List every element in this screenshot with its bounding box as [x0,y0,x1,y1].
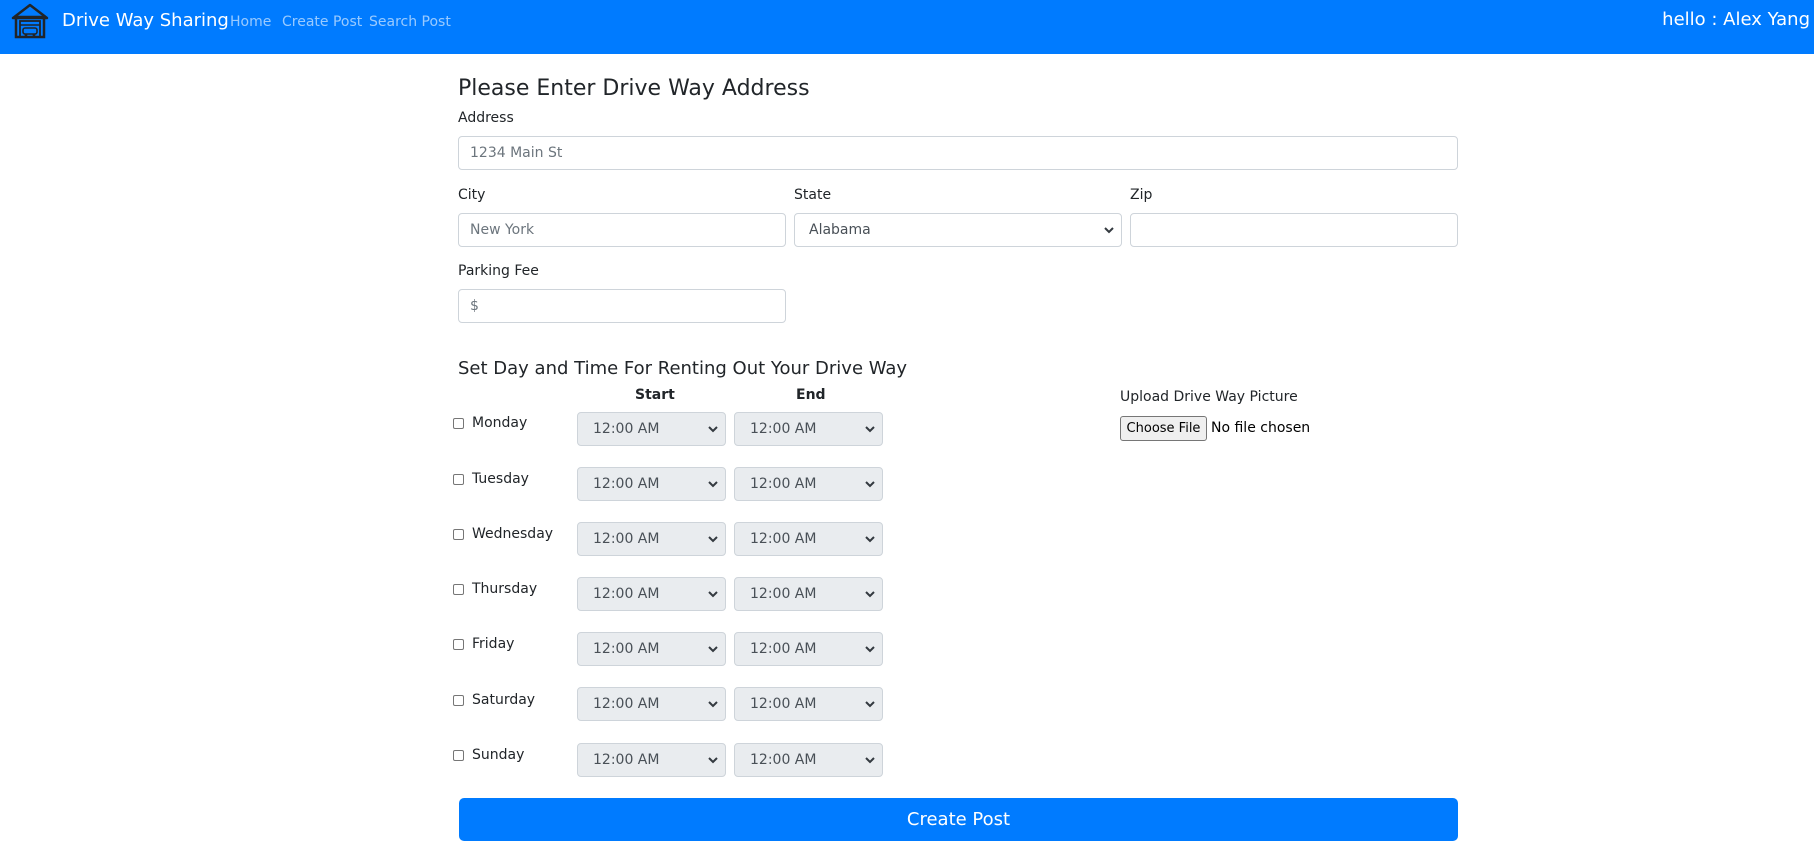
end-column-header: End [796,387,826,403]
zip-input[interactable] [1130,213,1458,247]
tuesday-label: Tuesday [472,471,529,487]
chevron-down-icon [865,481,875,488]
brand-name[interactable]: Drive Way Sharing [62,10,229,31]
nav-create-post-link[interactable]: Create Post [282,14,362,30]
tuesday-start-select[interactable]: 12:00 AM [577,467,726,501]
state-selected-value: Alabama [809,222,871,238]
create-post-button[interactable]: Create Post [459,798,1458,841]
friday-end-select[interactable]: 12:00 AM [734,632,883,666]
saturday-label: Saturday [472,692,536,708]
saturday-end-value: 12:00 AM [750,696,817,712]
city-input[interactable] [458,213,786,247]
chevron-down-icon [1104,227,1114,234]
tuesday-end-select[interactable]: 12:00 AM [734,467,883,501]
chevron-down-icon [708,757,718,764]
sunday-start-select[interactable]: 12:00 AM [577,743,726,777]
file-status-text: No file chosen [1211,420,1311,436]
saturday-checkbox[interactable] [453,695,464,706]
friday-checkbox[interactable] [453,639,464,650]
monday-checkbox[interactable] [453,418,464,429]
saturday-end-select[interactable]: 12:00 AM [734,687,883,721]
nav-home-link[interactable]: Home [230,14,271,30]
thursday-label: Thursday [472,581,538,597]
address-label: Address [458,110,514,126]
wednesday-checkbox[interactable] [453,529,464,540]
sunday-end-select[interactable]: 12:00 AM [734,743,883,777]
chevron-down-icon [865,426,875,433]
chevron-down-icon [865,646,875,653]
chevron-down-icon [865,591,875,598]
chevron-down-icon [708,701,718,708]
state-label: State [794,187,832,203]
thursday-start-select[interactable]: 12:00 AM [577,577,726,611]
friday-end-value: 12:00 AM [750,641,817,657]
chevron-down-icon [708,646,718,653]
wednesday-label: Wednesday [472,526,554,542]
address-heading: Please Enter Drive Way Address [458,76,810,101]
sunday-end-value: 12:00 AM [750,752,817,768]
tuesday-start-value: 12:00 AM [593,476,660,492]
address-input[interactable] [458,136,1458,170]
tuesday-checkbox[interactable] [453,474,464,485]
chevron-down-icon [865,701,875,708]
choose-file-button[interactable]: Choose File [1120,416,1207,441]
chevron-down-icon [865,536,875,543]
monday-end-value: 12:00 AM [750,421,817,437]
chevron-down-icon [708,536,718,543]
friday-label: Friday [472,636,515,652]
sunday-label: Sunday [472,747,525,763]
parking-fee-input[interactable] [458,289,786,323]
wednesday-start-select[interactable]: 12:00 AM [577,522,726,556]
thursday-end-value: 12:00 AM [750,586,817,602]
saturday-start-value: 12:00 AM [593,696,660,712]
city-label: City [458,187,486,203]
garage-icon[interactable] [10,2,50,40]
upload-label: Upload Drive Way Picture [1120,389,1298,405]
state-select[interactable]: Alabama [794,213,1122,247]
chevron-down-icon [708,426,718,433]
friday-start-select[interactable]: 12:00 AM [577,632,726,666]
saturday-start-select[interactable]: 12:00 AM [577,687,726,721]
wednesday-end-value: 12:00 AM [750,531,817,547]
thursday-end-select[interactable]: 12:00 AM [734,577,883,611]
monday-end-select[interactable]: 12:00 AM [734,412,883,446]
sunday-checkbox[interactable] [453,750,464,761]
nav-search-post-link[interactable]: Search Post [369,14,451,30]
chevron-down-icon [708,591,718,598]
user-greeting: hello : Alex Yang [1662,9,1810,30]
monday-start-select[interactable]: 12:00 AM [577,412,726,446]
chevron-down-icon [865,757,875,764]
parking-fee-label: Parking Fee [458,263,539,279]
zip-label: Zip [1130,187,1153,203]
tuesday-end-value: 12:00 AM [750,476,817,492]
monday-label: Monday [472,415,528,431]
thursday-checkbox[interactable] [453,584,464,595]
friday-start-value: 12:00 AM [593,641,660,657]
navbar: Drive Way Sharing Home Create Post Searc… [0,0,1814,54]
wednesday-start-value: 12:00 AM [593,531,660,547]
schedule-heading: Set Day and Time For Renting Out Your Dr… [458,358,908,379]
thursday-start-value: 12:00 AM [593,586,660,602]
sunday-start-value: 12:00 AM [593,752,660,768]
start-column-header: Start [635,387,675,403]
wednesday-end-select[interactable]: 12:00 AM [734,522,883,556]
monday-start-value: 12:00 AM [593,421,660,437]
chevron-down-icon [708,481,718,488]
